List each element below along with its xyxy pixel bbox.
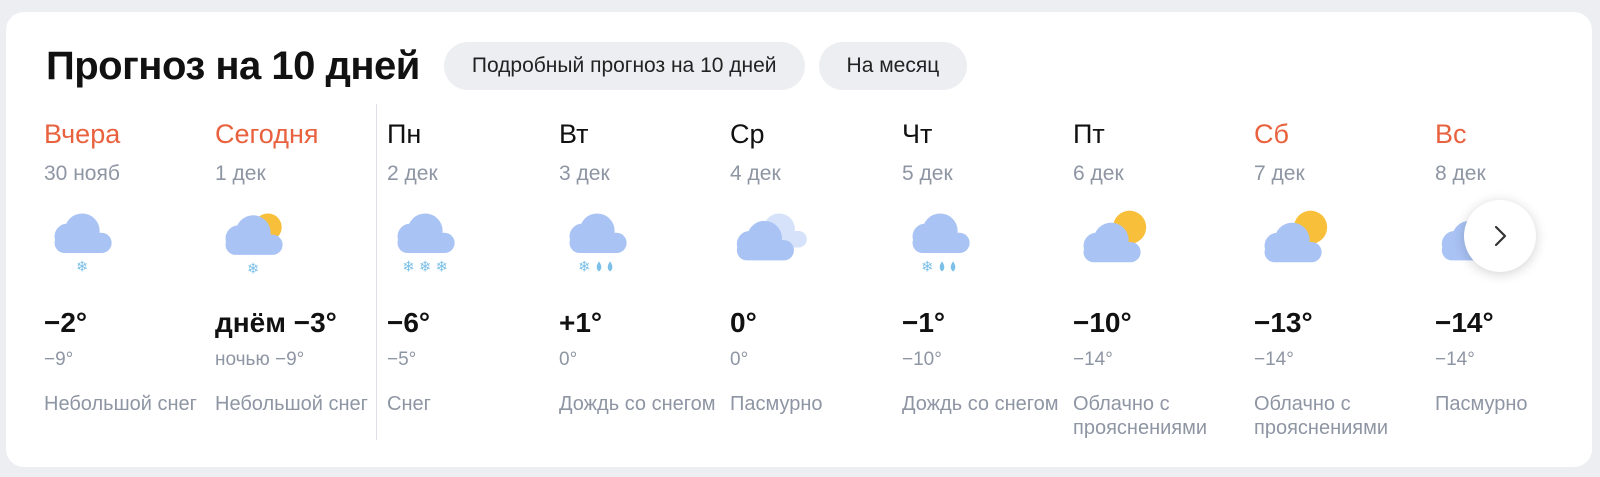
day-date: 7 дек xyxy=(1254,162,1305,185)
svg-text:❄: ❄ xyxy=(247,260,259,277)
cloud-sleet-icon: ❄ xyxy=(569,213,627,275)
day-column[interactable]: Пн 2 дек ❄ ❄ ❄ −6° −5° Снег xyxy=(387,117,557,415)
day-temperature: +1° xyxy=(559,307,603,338)
day-column[interactable]: Ср 4 дек 0° 0° Пасмурно xyxy=(730,117,900,415)
day-date: 6 дек xyxy=(1073,162,1124,185)
night-temperature: −14° xyxy=(1073,349,1113,370)
day-temperature: −1° xyxy=(902,307,946,338)
chevron-right-icon xyxy=(1494,225,1507,247)
svg-text:❄: ❄ xyxy=(419,258,431,275)
sun-cloud-snow-icon: ❄ xyxy=(225,213,283,277)
day-column[interactable]: Вт 3 дек ❄ +1° 0° Дождь со снегом xyxy=(559,117,729,415)
page-title: Прогноз на 10 дней xyxy=(46,43,420,88)
day-date: 2 дек xyxy=(387,162,438,185)
cloud-light-snow-icon: ❄ xyxy=(54,213,112,275)
overcast-icon xyxy=(736,213,807,261)
day-column[interactable]: Вчера 30 нояб ❄ −2° −9° Небольшой снег xyxy=(44,117,214,415)
day-date: 3 дек xyxy=(559,162,610,185)
day-temperature: −2° xyxy=(44,307,88,338)
day-temperature: −6° xyxy=(387,307,431,338)
night-temperature: −5° xyxy=(387,349,417,370)
day-name: Пн xyxy=(387,119,422,149)
day-column[interactable]: Сб 7 дек −13° −14° Облачно с прояснениям… xyxy=(1254,117,1424,439)
day-temperature: днём −3° xyxy=(215,307,337,338)
day-column[interactable]: Чт 5 дек ❄ −1° −10° Дождь со снегом xyxy=(902,117,1072,415)
svg-text:❄: ❄ xyxy=(436,258,448,275)
forecast-header: Прогноз на 10 дней Подробный прогноз на … xyxy=(46,42,981,90)
day-name: Вт xyxy=(559,119,589,149)
cloud-sleet-icon: ❄ xyxy=(912,213,970,275)
weather-condition: Облачно с прояснениями xyxy=(1254,393,1389,439)
day-name: Чт xyxy=(902,119,933,149)
svg-text:❄: ❄ xyxy=(578,258,590,275)
svg-text:❄: ❄ xyxy=(402,258,414,275)
day-name: Ср xyxy=(730,119,765,149)
next-days-button[interactable] xyxy=(1464,200,1536,272)
day-name: Сегодня xyxy=(215,119,319,149)
night-temperature: 0° xyxy=(730,349,749,370)
day-date: 1 дек xyxy=(215,162,266,185)
night-temperature: 0° xyxy=(559,349,578,370)
svg-text:❄: ❄ xyxy=(921,258,933,275)
weather-condition: Небольшой снег xyxy=(44,393,197,415)
day-date: 4 дек xyxy=(730,162,781,185)
night-temperature: −10° xyxy=(902,349,942,370)
weather-condition: Дождь со снегом xyxy=(559,393,716,415)
night-temperature: ночью −9° xyxy=(215,349,305,370)
weather-condition: Пасмурно xyxy=(730,393,823,415)
day-column[interactable]: Сегодня 1 дек ❄ днём −3° ночью −9° Небол… xyxy=(215,117,385,415)
weather-condition: Снег xyxy=(387,393,431,415)
day-temperature: −13° xyxy=(1254,307,1313,338)
day-temperature: −14° xyxy=(1435,307,1494,338)
day-temperature: 0° xyxy=(730,307,757,338)
partly-cloudy-icon xyxy=(1264,210,1328,263)
weather-condition: Дождь со снегом xyxy=(902,393,1059,415)
detailed-forecast-button[interactable]: Подробный прогноз на 10 дней xyxy=(443,42,805,90)
night-temperature: −14° xyxy=(1254,349,1294,370)
scroll-fade xyxy=(1536,104,1592,454)
cloud-snow-icon: ❄ ❄ ❄ xyxy=(397,213,455,275)
night-temperature: −9° xyxy=(44,349,74,370)
forecast-card: Прогноз на 10 дней Подробный прогноз на … xyxy=(6,12,1592,467)
day-name: Вчера xyxy=(44,119,121,149)
month-forecast-button[interactable]: На месяц xyxy=(818,42,968,90)
day-name: Сб xyxy=(1254,119,1289,149)
day-temperature: −10° xyxy=(1073,307,1132,338)
day-date: 30 нояб xyxy=(44,162,120,185)
night-temperature: −14° xyxy=(1435,349,1475,370)
day-column[interactable]: Пт 6 дек −10° −14° Облачно с прояснениям… xyxy=(1073,117,1243,439)
day-date: 5 дек xyxy=(902,162,953,185)
day-name: Пт xyxy=(1073,119,1105,149)
partly-cloudy-icon xyxy=(1083,210,1147,263)
weather-condition: Облачно с прояснениями xyxy=(1073,393,1208,439)
weather-condition: Небольшой снег xyxy=(215,393,368,415)
svg-text:❄: ❄ xyxy=(76,258,88,275)
